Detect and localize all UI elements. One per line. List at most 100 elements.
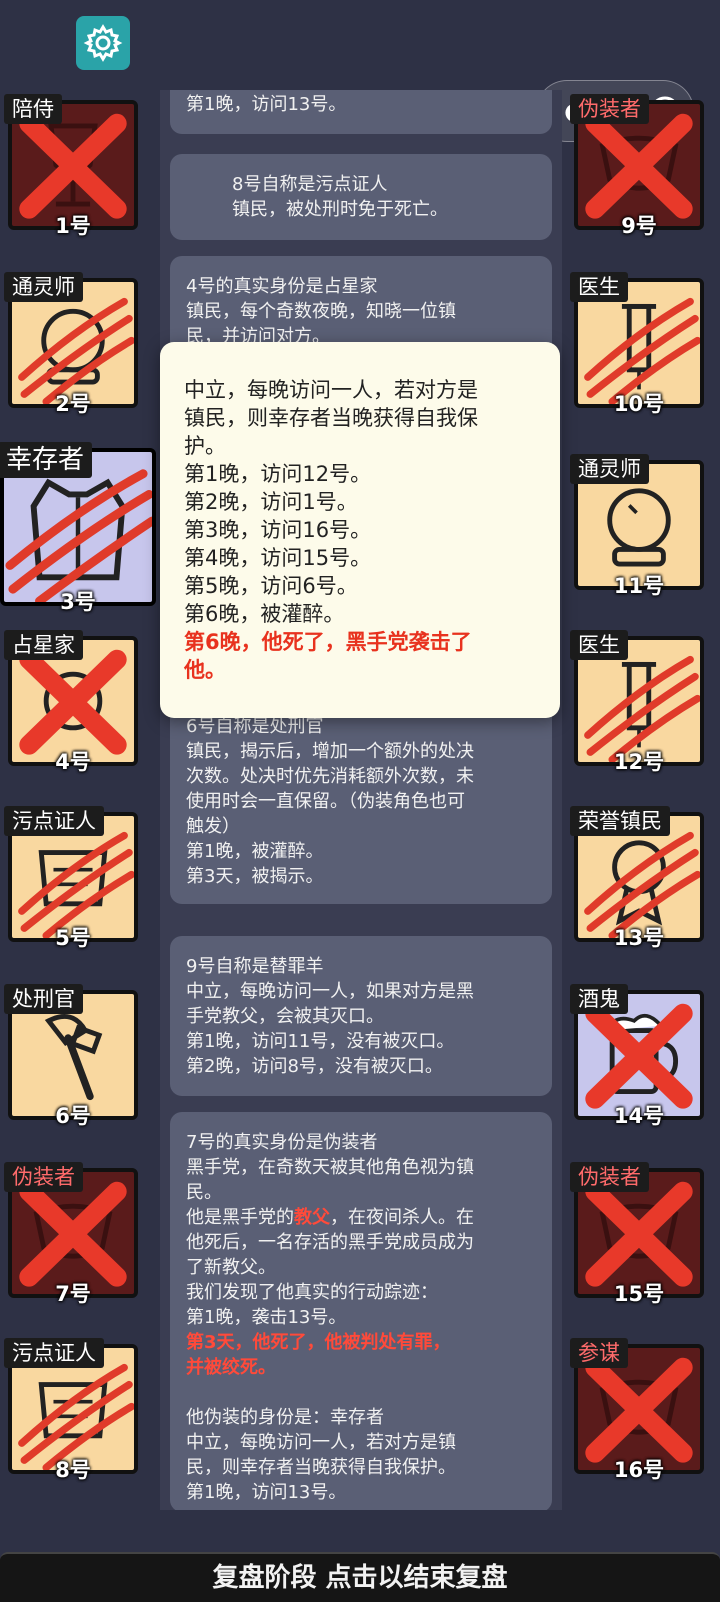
log-card: 7号的真实身份是伪装者 黑手党，在奇数天被其他角色视为镇 民。 他是黑手党的教父…	[170, 1112, 552, 1510]
player-tile-2[interactable]: 通灵师 2号	[4, 272, 138, 416]
player-tile-9[interactable]: 伪装者 9号	[570, 94, 704, 238]
log-line: 中立，每晚访问一人，若对方是镇	[186, 1432, 456, 1453]
log-line: 第1晚，被灌醉。	[186, 841, 324, 862]
log-line: 8号自称是污点证人	[232, 174, 388, 195]
log-spacer	[186, 1380, 536, 1405]
seat-number: 15号	[613, 1282, 665, 1306]
log-card: 9号自称是替罪羊 中立，每晚访问一人，如果对方是黑 手党教父，会被其灭口。 第1…	[170, 936, 552, 1096]
log-line: 黑手党，在奇数天被其他角色视为镇	[186, 1157, 474, 1178]
log-line: 第2晚，访问8号，没有被灭口。	[186, 1056, 443, 1077]
player-tile-3-selected[interactable]: 幸存者 3号	[0, 442, 156, 614]
log-line: 他伪装的身份是：幸存者	[186, 1407, 384, 1428]
popup-line: 第5晚，访问6号。	[184, 574, 358, 598]
seat-number: 10号	[613, 392, 665, 416]
log-line: 中立，每晚访问一人，如果对方是黑	[186, 981, 474, 1002]
popup-line: 第3晚，访问16号。	[184, 518, 372, 542]
log-line: 第1晚，访问13号。	[186, 1482, 347, 1503]
log-line: 第3天，被揭示。	[186, 866, 324, 887]
role-label: 酒鬼	[570, 984, 628, 1014]
player-detail-popup[interactable]: 中立，每晚访问一人，若对方是 镇民，则幸存者当晚获得自我保 护。 第1晚，访问1…	[160, 342, 560, 718]
player-tile-15[interactable]: 伪装者 15号	[570, 1162, 704, 1306]
log-text: ，在夜间杀人。在	[330, 1207, 474, 1228]
popup-line: 第1晚，访问12号。	[184, 462, 372, 486]
log-line: 4号的真实身份是占星家	[186, 276, 378, 297]
role-label: 幸存者	[0, 442, 93, 478]
popup-line: 第6晚，被灌醉。	[184, 602, 345, 626]
seat-number: 12号	[613, 750, 665, 774]
seat-number: 7号	[55, 1282, 91, 1306]
player-tile-16[interactable]: 参谋 16号	[570, 1338, 704, 1482]
seat-number: 4号	[55, 750, 91, 774]
role-label: 污点证人	[4, 806, 104, 836]
player-tile-6[interactable]: 处刑官 6号	[4, 984, 138, 1128]
popup-line: 第4晚，访问15号。	[184, 546, 372, 570]
log-line: 民。	[186, 1182, 222, 1203]
role-label: 医生	[570, 272, 628, 302]
role-label: 伪装者	[570, 94, 649, 124]
death-line: 第3天，他死了，他被判处有罪，	[186, 1332, 451, 1353]
seat-number: 1号	[55, 214, 91, 238]
log-line: 使用时会一直保留。（伪装角色也可	[186, 791, 465, 812]
role-label: 伪装者	[570, 1162, 649, 1192]
popup-line: 第2晚，访问1号。	[184, 490, 358, 514]
player-tile-10[interactable]: 医生 10号	[570, 272, 704, 416]
popup-line: 中立，每晚访问一人，若对方是	[184, 378, 478, 402]
seat-number: 9号	[621, 214, 657, 238]
player-tile-12[interactable]: 医生 12号	[570, 630, 704, 774]
seat-number: 5号	[55, 926, 91, 950]
seat-number: 16号	[613, 1458, 665, 1482]
player-tile-1[interactable]: 陪侍 1号	[4, 94, 138, 238]
seat-number: 3号	[60, 590, 96, 614]
seat-number: 11号	[613, 574, 665, 598]
player-tile-13[interactable]: 荣誉镇民 13号	[570, 806, 704, 950]
log-line: 手党教父，会被其灭口。	[186, 1006, 384, 1027]
godfather-highlight: 教父	[294, 1207, 330, 1228]
log-line: 民，则幸存者当晚获得自我保护。	[186, 1457, 456, 1478]
log-text: 他是黑手党的	[186, 1207, 294, 1228]
game-log[interactable]: 第1晚，访问13号。 8号自称是污点证人 镇民，被处刑时免于死亡。 4号的真实身…	[160, 90, 562, 1510]
role-label: 污点证人	[4, 1338, 104, 1368]
player-tile-14[interactable]: 酒鬼 14号	[570, 984, 704, 1128]
log-line: 了新教父。	[186, 1257, 276, 1278]
gear-icon	[83, 24, 123, 62]
log-line: 他是黑手党的教父，在夜间杀人。在	[186, 1205, 536, 1230]
popup-line: 护。	[184, 434, 226, 458]
popup-death-line: 第6晚，他死了，黑手党袭击了	[184, 630, 472, 654]
death-line: 并被绞死。	[186, 1357, 276, 1378]
settings-button[interactable]	[76, 16, 130, 70]
log-card: 8号自称是污点证人 镇民，被处刑时免于死亡。	[170, 154, 552, 240]
role-label: 伪装者	[4, 1162, 83, 1192]
log-line: 镇民，揭示后，增加一个额外的处决	[186, 741, 474, 762]
end-review-button[interactable]: 复盘阶段 点击以结束复盘	[0, 1552, 720, 1602]
log-line: 7号的真实身份是伪装者	[186, 1132, 378, 1153]
player-tile-5[interactable]: 污点证人 5号	[4, 806, 138, 950]
seat-number: 6号	[55, 1104, 91, 1128]
seat-number: 8号	[55, 1458, 91, 1482]
log-line: 我们发现了他真实的行动踪迹：	[186, 1282, 438, 1303]
role-label: 参谋	[570, 1338, 628, 1368]
log-line: 第1晚，袭击13号。	[186, 1307, 347, 1328]
popup-line: 镇民，则幸存者当晚获得自我保	[184, 406, 478, 430]
player-tile-11[interactable]: 通灵师 11号	[570, 454, 704, 598]
role-label: 处刑官	[4, 984, 83, 1014]
role-label: 陪侍	[4, 94, 62, 124]
log-line: 触发）	[186, 816, 240, 837]
player-tile-8[interactable]: 污点证人 8号	[4, 1338, 138, 1482]
seat-number: 13号	[613, 926, 665, 950]
popup-death-line: 他。	[184, 658, 226, 682]
seat-number: 14号	[613, 1104, 665, 1128]
log-line: 次数。处决时优先消耗额外次数，未	[186, 766, 474, 787]
role-label: 荣誉镇民	[570, 806, 670, 836]
log-line: 第1晚，访问11号，没有被灭口。	[186, 1031, 455, 1052]
seat-number: 2号	[55, 392, 91, 416]
log-line: 镇民，每个奇数夜晚，知晓一位镇	[186, 301, 456, 322]
role-label: 医生	[570, 630, 628, 660]
log-card: 第1晚，访问13号。	[170, 90, 552, 134]
log-line: 镇民，被处刑时免于死亡。	[232, 199, 448, 220]
role-label: 通灵师	[570, 454, 649, 484]
log-line: 9号自称是替罪羊	[186, 956, 324, 977]
player-tile-4[interactable]: 占星家 4号	[4, 630, 138, 774]
role-label: 占星家	[4, 630, 83, 660]
player-tile-7[interactable]: 伪装者 7号	[4, 1162, 138, 1306]
log-line: 第1晚，访问13号。	[186, 94, 347, 115]
